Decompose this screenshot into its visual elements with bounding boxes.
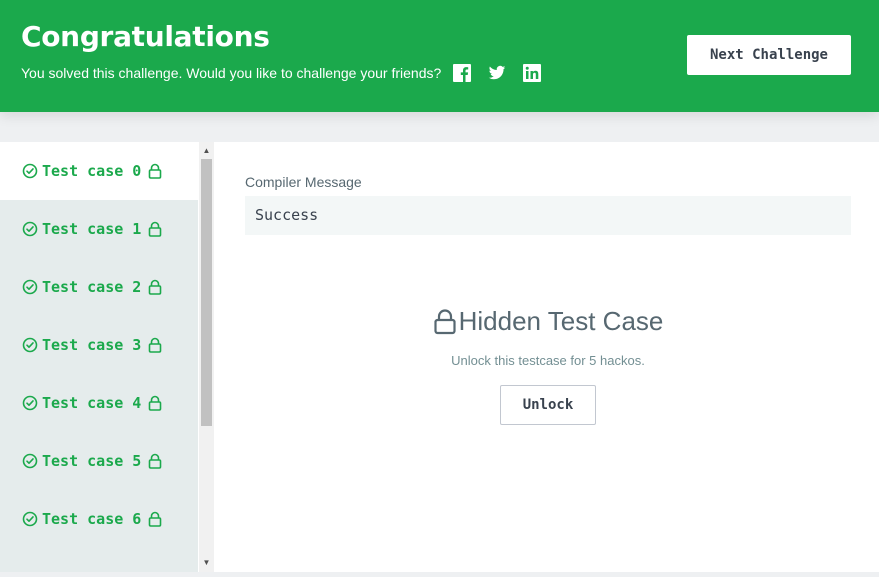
check-circle-icon xyxy=(22,511,38,527)
test-case-item-0[interactable]: Test case 0 xyxy=(0,142,198,200)
banner-title: Congratulations xyxy=(21,20,270,53)
facebook-icon[interactable] xyxy=(453,64,472,82)
test-case-label: Test case 6 xyxy=(42,510,142,528)
test-case-label: Test case 3 xyxy=(42,336,142,354)
lock-icon xyxy=(148,279,162,295)
test-case-item-4[interactable]: Test case 4 xyxy=(0,374,198,432)
test-case-item-5[interactable]: Test case 5 xyxy=(0,432,198,490)
check-circle-icon xyxy=(22,453,38,469)
share-icons xyxy=(453,64,558,82)
test-case-label: Test case 4 xyxy=(42,394,142,412)
check-circle-icon xyxy=(22,221,38,237)
test-case-label: Test case 5 xyxy=(42,452,142,470)
lock-icon xyxy=(148,395,162,411)
check-circle-icon xyxy=(22,279,38,295)
test-case-label: Test case 1 xyxy=(42,220,142,238)
test-case-label: Test case 0 xyxy=(42,162,142,180)
banner-message-row: You solved this challenge. Would you lik… xyxy=(21,64,558,82)
test-case-detail: Compiler Message Success Hidden Test Cas… xyxy=(245,142,851,572)
unlock-description: Unlock this testcase for 5 hackos. xyxy=(451,353,645,368)
lock-icon xyxy=(148,511,162,527)
test-case-item-1[interactable]: Test case 1 xyxy=(0,200,198,258)
test-case-list: Test case 0 Test case 1 Test case 2 Test… xyxy=(0,142,198,572)
lock-icon xyxy=(148,221,162,237)
success-banner: Congratulations You solved this challeng… xyxy=(0,0,879,112)
check-circle-icon xyxy=(22,163,38,179)
lock-icon xyxy=(148,337,162,353)
lock-icon xyxy=(433,308,457,335)
scroll-down-arrow-icon[interactable]: ▼ xyxy=(199,556,214,570)
test-case-item-6[interactable]: Test case 6 xyxy=(0,490,198,548)
lock-icon xyxy=(148,163,162,179)
test-case-scrollbar[interactable]: ▲ ▼ xyxy=(199,142,214,572)
test-case-item-2[interactable]: Test case 2 xyxy=(0,258,198,316)
hidden-test-case-heading: Hidden Test Case xyxy=(245,306,851,337)
scrollbar-thumb[interactable] xyxy=(201,159,212,426)
test-case-label: Test case 2 xyxy=(42,278,142,296)
check-circle-icon xyxy=(22,337,38,353)
test-case-item-3[interactable]: Test case 3 xyxy=(0,316,198,374)
compiler-message-output: Success xyxy=(245,196,851,235)
compiler-message-label: Compiler Message xyxy=(245,174,362,190)
scroll-up-arrow-icon[interactable]: ▲ xyxy=(199,144,214,158)
unlock-button[interactable]: Unlock xyxy=(500,385,596,425)
next-challenge-button[interactable]: Next Challenge xyxy=(687,35,851,75)
lock-icon xyxy=(148,453,162,469)
check-circle-icon xyxy=(22,395,38,411)
linkedin-icon[interactable] xyxy=(523,64,542,82)
results-panel: Test case 0 Test case 1 Test case 2 Test… xyxy=(0,142,879,572)
twitter-icon[interactable] xyxy=(488,64,506,82)
hidden-test-case-title: Hidden Test Case xyxy=(458,306,664,336)
banner-message: You solved this challenge. Would you lik… xyxy=(21,65,442,81)
